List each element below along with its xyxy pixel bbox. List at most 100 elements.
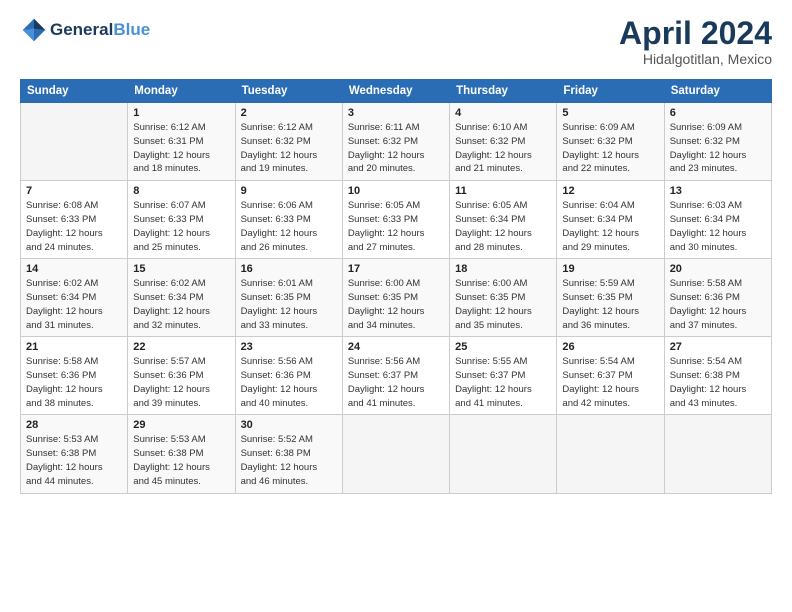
sunset-text: Sunset: 6:38 PM: [670, 369, 766, 383]
calendar-table: SundayMondayTuesdayWednesdayThursdayFrid…: [20, 79, 772, 493]
daylight-hours: Daylight: 12 hours: [670, 149, 766, 163]
sunrise-text: Sunrise: 5:58 AM: [26, 355, 122, 369]
daylight-minutes: and 22 minutes.: [562, 162, 658, 176]
daylight-minutes: and 37 minutes.: [670, 319, 766, 333]
calendar-cell: 20Sunrise: 5:58 AMSunset: 6:36 PMDayligh…: [664, 259, 771, 337]
daylight-hours: Daylight: 12 hours: [455, 383, 551, 397]
day-number: 14: [26, 263, 122, 275]
day-number: 21: [26, 341, 122, 353]
day-detail: Sunrise: 5:59 AMSunset: 6:35 PMDaylight:…: [562, 277, 658, 332]
sunrise-text: Sunrise: 6:07 AM: [133, 199, 229, 213]
sunrise-text: Sunrise: 6:03 AM: [670, 199, 766, 213]
day-number: 17: [348, 263, 444, 275]
day-number: 11: [455, 185, 551, 197]
day-number: 30: [241, 419, 337, 431]
daylight-hours: Daylight: 12 hours: [26, 305, 122, 319]
daylight-hours: Daylight: 12 hours: [455, 227, 551, 241]
day-number: 13: [670, 185, 766, 197]
day-detail: Sunrise: 6:03 AMSunset: 6:34 PMDaylight:…: [670, 199, 766, 254]
sunrise-text: Sunrise: 5:58 AM: [670, 277, 766, 291]
calendar-cell: 23Sunrise: 5:56 AMSunset: 6:36 PMDayligh…: [235, 337, 342, 415]
calendar-cell: 15Sunrise: 6:02 AMSunset: 6:34 PMDayligh…: [128, 259, 235, 337]
day-detail: Sunrise: 5:57 AMSunset: 6:36 PMDaylight:…: [133, 355, 229, 410]
sunset-text: Sunset: 6:32 PM: [241, 135, 337, 149]
day-number: 1: [133, 107, 229, 119]
day-number: 5: [562, 107, 658, 119]
day-number: 2: [241, 107, 337, 119]
calendar-body: 1 Sunrise: 6:12 AMSunset: 6:31 PMDaylight…: [21, 103, 772, 493]
sunset-text: Sunset: 6:35 PM: [455, 291, 551, 305]
calendar-cell: 2Sunrise: 6:12 AMSunset: 6:32 PMDaylight…: [235, 103, 342, 181]
day-detail: Sunrise: 6:00 AMSunset: 6:35 PMDaylight:…: [455, 277, 551, 332]
daylight-minutes: and 19 minutes.: [241, 162, 337, 176]
day-detail: Sunrise: 6:12 AMSunset: 6:31 PMDaylight:…: [133, 121, 229, 176]
sunrise-text: Sunrise: 6:12 AM: [133, 121, 229, 135]
calendar-cell: 18 Sunrise: 6:00 AMSunset: 6:35 PMDayligh…: [450, 259, 557, 337]
daylight-minutes: and 41 minutes.: [348, 397, 444, 411]
daylight-minutes: and 21 minutes.: [455, 162, 551, 176]
day-detail: Sunrise: 5:56 AMSunset: 6:36 PMDaylight:…: [241, 355, 337, 410]
day-detail: Sunrise: 6:02 AMSunset: 6:34 PMDaylight:…: [26, 277, 122, 332]
daylight-hours: Daylight: 12 hours: [562, 383, 658, 397]
weekday-header-monday: Monday: [128, 80, 235, 103]
week-row-1: 1 Sunrise: 6:12 AMSunset: 6:31 PMDaylight…: [21, 103, 772, 181]
calendar-cell: 11Sunrise: 6:05 AMSunset: 6:34 PMDayligh…: [450, 181, 557, 259]
day-detail: Sunrise: 5:55 AMSunset: 6:37 PMDaylight:…: [455, 355, 551, 410]
sunrise-text: Sunrise: 6:08 AM: [26, 199, 122, 213]
calendar-cell: 28Sunrise: 5:53 AMSunset: 6:38 PMDayligh…: [21, 415, 128, 493]
calendar-cell: 16Sunrise: 6:01 AMSunset: 6:35 PMDayligh…: [235, 259, 342, 337]
sunset-text: Sunset: 6:38 PM: [26, 447, 122, 461]
daylight-minutes: and 35 minutes.: [455, 319, 551, 333]
weekday-row: SundayMondayTuesdayWednesdayThursdayFrid…: [21, 80, 772, 103]
sunrise-text: Sunrise: 6:09 AM: [562, 121, 658, 135]
daylight-minutes: and 29 minutes.: [562, 241, 658, 255]
logo-icon: [20, 16, 48, 44]
daylight-minutes: and 42 minutes.: [562, 397, 658, 411]
day-detail: Sunrise: 6:05 AMSunset: 6:33 PMDaylight:…: [348, 199, 444, 254]
daylight-minutes: and 23 minutes.: [670, 162, 766, 176]
calendar-cell: 3Sunrise: 6:11 AMSunset: 6:32 PMDaylight…: [342, 103, 449, 181]
day-detail: Sunrise: 6:00 AMSunset: 6:35 PMDaylight:…: [348, 277, 444, 332]
day-detail: Sunrise: 5:58 AMSunset: 6:36 PMDaylight:…: [26, 355, 122, 410]
day-detail: Sunrise: 6:09 AMSunset: 6:32 PMDaylight:…: [670, 121, 766, 176]
sunrise-text: Sunrise: 5:53 AM: [133, 433, 229, 447]
sunrise-text: Sunrise: 6:11 AM: [348, 121, 444, 135]
weekday-header-tuesday: Tuesday: [235, 80, 342, 103]
logo: GeneralBlue: [20, 16, 150, 44]
daylight-hours: Daylight: 12 hours: [670, 383, 766, 397]
weekday-header-wednesday: Wednesday: [342, 80, 449, 103]
daylight-hours: Daylight: 12 hours: [670, 305, 766, 319]
day-detail: Sunrise: 6:06 AMSunset: 6:33 PMDaylight:…: [241, 199, 337, 254]
sunset-text: Sunset: 6:35 PM: [562, 291, 658, 305]
daylight-minutes: and 36 minutes.: [562, 319, 658, 333]
daylight-hours: Daylight: 12 hours: [455, 149, 551, 163]
calendar-cell: 1 Sunrise: 6:12 AMSunset: 6:31 PMDaylight…: [128, 103, 235, 181]
sunset-text: Sunset: 6:35 PM: [241, 291, 337, 305]
day-number: 18: [455, 263, 551, 275]
daylight-minutes: and 33 minutes.: [241, 319, 337, 333]
day-number: 8: [133, 185, 229, 197]
day-number: 20: [670, 263, 766, 275]
daylight-hours: Daylight: 12 hours: [26, 461, 122, 475]
day-number: 26: [562, 341, 658, 353]
daylight-hours: Daylight: 12 hours: [562, 149, 658, 163]
week-row-2: 7Sunrise: 6:08 AMSunset: 6:33 PMDaylight…: [21, 181, 772, 259]
daylight-minutes: and 46 minutes.: [241, 475, 337, 489]
week-row-3: 14 Sunrise: 6:02 AMSunset: 6:34 PMDayligh…: [21, 259, 772, 337]
day-number: 24: [348, 341, 444, 353]
calendar-cell: 14 Sunrise: 6:02 AMSunset: 6:34 PMDayligh…: [21, 259, 128, 337]
sunrise-text: Sunrise: 6:05 AM: [348, 199, 444, 213]
day-detail: Sunrise: 5:53 AMSunset: 6:38 PMDaylight:…: [26, 433, 122, 488]
calendar-cell: [342, 415, 449, 493]
sunset-text: Sunset: 6:33 PM: [133, 213, 229, 227]
sunrise-text: Sunrise: 5:59 AM: [562, 277, 658, 291]
sunrise-text: Sunrise: 6:02 AM: [133, 277, 229, 291]
sunrise-text: Sunrise: 5:57 AM: [133, 355, 229, 369]
daylight-minutes: and 30 minutes.: [670, 241, 766, 255]
daylight-hours: Daylight: 12 hours: [562, 305, 658, 319]
daylight-hours: Daylight: 12 hours: [348, 383, 444, 397]
day-detail: Sunrise: 6:09 AMSunset: 6:32 PMDaylight:…: [562, 121, 658, 176]
calendar-container: GeneralBlue April 2024 Hidalgotitlan, Me…: [0, 0, 792, 504]
sunset-text: Sunset: 6:32 PM: [348, 135, 444, 149]
calendar-cell: 25Sunrise: 5:55 AMSunset: 6:37 PMDayligh…: [450, 337, 557, 415]
